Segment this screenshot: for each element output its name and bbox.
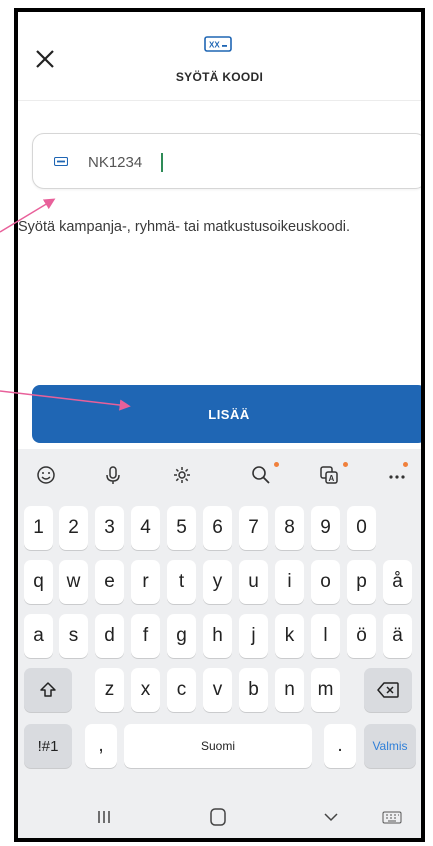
annotation-arrows bbox=[0, 198, 131, 411]
